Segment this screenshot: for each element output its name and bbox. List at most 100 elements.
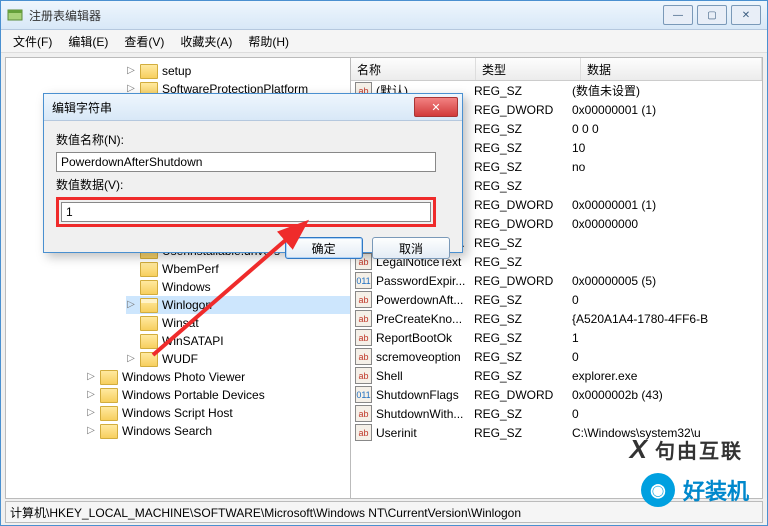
value-type: REG_SZ xyxy=(468,141,566,155)
value-name: PreCreateKno... xyxy=(376,312,468,326)
watermark-1: X 句由互联 xyxy=(630,434,743,465)
value-type: REG_DWORD xyxy=(468,198,566,212)
value-data-label: 数值数据(V): xyxy=(56,176,450,193)
tree-item[interactable]: ▷ WUDF xyxy=(126,350,350,368)
tree-expand-icon[interactable]: ▷ xyxy=(86,368,96,386)
regedit-window: 注册表编辑器 — ▢ ✕ 文件(F) 编辑(E) 查看(V) 收藏夹(A) 帮助… xyxy=(0,0,768,526)
value-name: ShutdownFlags xyxy=(376,388,468,402)
value-row[interactable]: abscremoveoptionREG_SZ0 xyxy=(351,347,762,366)
edit-string-dialog: 编辑字符串 ✕ 数值名称(N): 数值数据(V): 确定 取消 xyxy=(43,93,463,253)
tree-item[interactable]: WinSATAPI xyxy=(126,332,350,350)
value-data: 10 xyxy=(566,141,762,155)
tree-item-label: WinSATAPI xyxy=(162,332,224,350)
value-data: no xyxy=(566,160,762,174)
tree-item-label: WUDF xyxy=(162,350,198,368)
close-button[interactable]: ✕ xyxy=(731,5,761,25)
value-name: ReportBootOk xyxy=(376,331,468,345)
watermark-2-text: 好装机 xyxy=(683,474,749,506)
value-name: Shell xyxy=(376,369,468,383)
folder-icon xyxy=(140,352,158,367)
value-row[interactable]: 011PasswordExpir...REG_DWORD0x00000005 (… xyxy=(351,271,762,290)
folder-icon xyxy=(140,298,158,313)
tree-item-label: Windows Portable Devices xyxy=(122,386,265,404)
tree-item[interactable]: ▷Windows Script Host xyxy=(86,404,350,422)
dialog-titlebar[interactable]: 编辑字符串 ✕ xyxy=(44,94,462,121)
col-data[interactable]: 数据 xyxy=(581,58,762,80)
menu-view[interactable]: 查看(V) xyxy=(116,31,172,52)
watermark-1-x-icon: X xyxy=(630,434,649,465)
tree-item[interactable]: ▷ setup xyxy=(126,62,350,80)
value-name: Userinit xyxy=(376,426,468,440)
tree-expand-icon[interactable]: ▷ xyxy=(86,386,96,404)
value-data: 0x00000005 (5) xyxy=(566,274,762,288)
tree-expand-icon[interactable]: ▷ xyxy=(86,422,96,440)
value-type: REG_SZ xyxy=(468,160,566,174)
value-row[interactable]: abPreCreateKno...REG_SZ{A520A1A4-1780-4F… xyxy=(351,309,762,328)
tree-item[interactable]: Winsat xyxy=(126,314,350,332)
value-data: 0x0000002b (43) xyxy=(566,388,762,402)
value-name: ShutdownWith... xyxy=(376,407,468,421)
folder-icon xyxy=(100,370,118,385)
col-name[interactable]: 名称 xyxy=(351,58,476,80)
tree-expand-icon[interactable]: ▷ xyxy=(126,62,136,80)
minimize-button[interactable]: — xyxy=(663,5,693,25)
menu-edit[interactable]: 编辑(E) xyxy=(60,31,116,52)
menu-file[interactable]: 文件(F) xyxy=(5,31,60,52)
folder-icon xyxy=(140,280,158,295)
tree-expand-icon[interactable]: ▷ xyxy=(126,350,136,368)
value-type: REG_SZ xyxy=(468,236,566,250)
value-row[interactable]: ab ShellREG_SZexplorer.exe xyxy=(351,366,762,385)
regedit-icon xyxy=(7,7,23,23)
menu-help[interactable]: 帮助(H) xyxy=(240,31,297,52)
value-data: explorer.exe xyxy=(566,369,762,383)
tree-expand-icon[interactable]: ▷ xyxy=(126,296,136,314)
value-data-input[interactable] xyxy=(61,202,431,222)
tree-item[interactable]: ▷ Windows Photo Viewer xyxy=(86,368,350,386)
cancel-button[interactable]: 取消 xyxy=(372,237,450,259)
value-row[interactable]: abReportBootOkREG_SZ1 xyxy=(351,328,762,347)
tree-item-label: Windows Photo Viewer xyxy=(122,368,245,386)
dialog-close-button[interactable]: ✕ xyxy=(414,97,458,117)
reg-sz-icon: ab xyxy=(355,291,372,308)
col-type[interactable]: 类型 xyxy=(476,58,581,80)
value-type: REG_DWORD xyxy=(468,217,566,231)
value-name: PasswordExpir... xyxy=(376,274,468,288)
reg-dword-icon: 011 xyxy=(355,386,372,403)
value-row[interactable]: abShutdownWith...REG_SZ0 xyxy=(351,404,762,423)
dialog-buttons: 确定 取消 xyxy=(44,233,462,267)
value-data: 0 xyxy=(566,293,762,307)
tree-expand-icon[interactable]: ▷ xyxy=(86,404,96,422)
value-name-input[interactable] xyxy=(56,152,436,172)
menu-fav[interactable]: 收藏夹(A) xyxy=(172,31,240,52)
tree-item-label: Windows xyxy=(162,278,211,296)
value-name-label: 数值名称(N): xyxy=(56,131,450,148)
value-row[interactable]: 011ShutdownFlagsREG_DWORD0x0000002b (43) xyxy=(351,385,762,404)
value-data: 0 0 0 xyxy=(566,122,762,136)
value-type: REG_SZ xyxy=(468,84,566,98)
value-type: REG_DWORD xyxy=(468,274,566,288)
value-data: 1 xyxy=(566,331,762,345)
value-type: REG_SZ xyxy=(468,122,566,136)
window-controls: — ▢ ✕ xyxy=(663,5,767,25)
value-type: REG_SZ xyxy=(468,312,566,326)
value-row[interactable]: abPowerdownAft...REG_SZ0 xyxy=(351,290,762,309)
value-type: REG_SZ xyxy=(468,255,566,269)
folder-icon xyxy=(140,64,158,79)
ok-button[interactable]: 确定 xyxy=(285,237,363,259)
tree-item[interactable]: ▷Windows Search xyxy=(86,422,350,440)
value-type: REG_SZ xyxy=(468,350,566,364)
value-type: REG_DWORD xyxy=(468,103,566,117)
tree-item[interactable]: ▷ Windows Portable Devices xyxy=(86,386,350,404)
value-type: REG_SZ xyxy=(468,331,566,345)
tree-item[interactable]: ▷Winlogon xyxy=(126,296,350,314)
value-data-highlight xyxy=(56,197,436,227)
maximize-button[interactable]: ▢ xyxy=(697,5,727,25)
watermark-2: ◉ 好装机 xyxy=(641,473,749,507)
menubar: 文件(F) 编辑(E) 查看(V) 收藏夹(A) 帮助(H) xyxy=(1,30,767,53)
value-data: 0x00000001 (1) xyxy=(566,198,762,212)
value-type: REG_SZ xyxy=(468,369,566,383)
tree-item[interactable]: Windows xyxy=(126,278,350,296)
tree-item-label: setup xyxy=(162,62,191,80)
folder-icon xyxy=(100,388,118,403)
reg-sz-icon: ab xyxy=(355,367,372,384)
